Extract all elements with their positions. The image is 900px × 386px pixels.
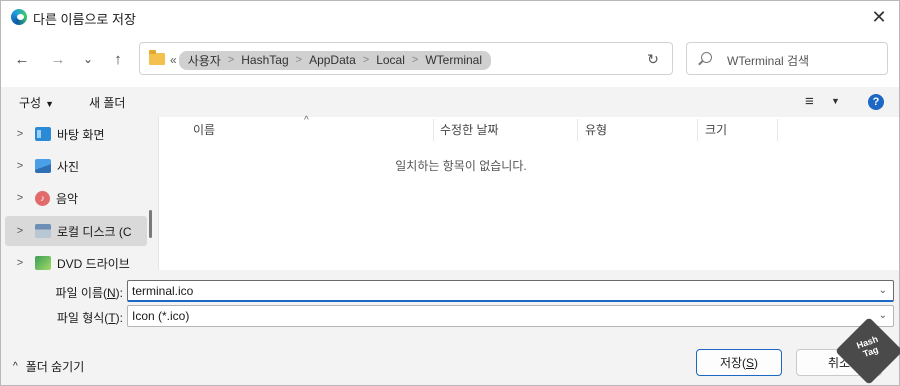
chevron-right-icon[interactable]: > <box>5 192 35 204</box>
caret-down-icon: ▼ <box>45 99 55 109</box>
breadcrumb-item-appdata[interactable]: AppData <box>307 53 358 67</box>
hide-folders-button[interactable]: ^ 폴더 숨기기 <box>13 358 84 375</box>
chevron-down-icon[interactable]: ⌄ <box>879 310 887 321</box>
search-placeholder: WTerminal 검색 <box>727 54 810 68</box>
chevron-right-icon[interactable]: > <box>5 225 35 237</box>
chevron-down-icon[interactable]: ⌄ <box>879 285 887 296</box>
up-button[interactable]: ↑ <box>105 47 131 71</box>
filename-value[interactable]: terminal.ico <box>132 284 193 298</box>
column-divider[interactable] <box>433 119 434 141</box>
column-divider[interactable] <box>777 119 778 141</box>
organize-label: 구성 <box>19 96 42 110</box>
sidebar-item-label: 바탕 화면 <box>57 127 105 142</box>
sidebar-item-label: 로컬 디스크 (C <box>57 224 132 239</box>
column-header-name[interactable]: 이름 <box>193 117 431 142</box>
sidebar-item-label: 음악 <box>56 191 79 206</box>
pictures-icon <box>35 159 51 173</box>
save-button[interactable]: 저장(S) <box>696 349 782 376</box>
navigation-bar: ← → ⌄ ↑ « 사용자 > HashTag > AppData > Loca… <box>1 39 899 79</box>
hide-folders-label: 폴더 숨기기 <box>25 360 85 374</box>
caret-down-icon[interactable]: ▼ <box>831 96 840 106</box>
recent-locations-button[interactable]: ⌄ <box>75 47 101 71</box>
filename-field[interactable]: terminal.ico ⌄ <box>127 280 894 302</box>
save-as-dialog: 다른 이름으로 저장 ✕ ← → ⌄ ↑ « 사용자 > HashTag > A… <box>0 0 900 386</box>
desktop-icon <box>35 127 51 141</box>
column-header-type[interactable]: 유형 <box>585 117 695 142</box>
column-header-date-modified[interactable]: 수정한 날짜 <box>440 117 575 142</box>
chevron-right-icon[interactable]: > <box>223 54 239 66</box>
breadcrumb-item-hashtag[interactable]: HashTag <box>239 53 290 67</box>
breadcrumb-item-local[interactable]: Local <box>374 53 407 67</box>
chevron-right-icon[interactable]: > <box>5 160 35 172</box>
sidebar-item-local-disk[interactable]: > 로컬 디스크 (C <box>5 216 147 246</box>
search-input[interactable]: WTerminal 검색 <box>686 42 888 75</box>
hashtag-watermark-logo: Hash Tag <box>835 317 900 385</box>
empty-state-message: 일치하는 항목이 없습니다. <box>395 159 527 173</box>
save-form: 파일 이름(N): terminal.ico ⌄ 파일 형식(T): Icon … <box>1 270 899 385</box>
sidebar-item-label: DVD 드라이브 <box>57 256 130 271</box>
help-icon[interactable]: ? <box>868 94 884 110</box>
chevron-right-icon[interactable]: > <box>291 54 307 66</box>
column-header-label: 크기 <box>705 123 728 137</box>
sidebar-item-desktop[interactable]: > 바탕 화면 <box>5 119 147 149</box>
sidebar-item-pictures[interactable]: > 사진 <box>5 151 147 181</box>
chevron-right-icon[interactable]: > <box>5 128 35 140</box>
breadcrumb-item-users[interactable]: 사용자 <box>186 52 223 69</box>
column-header-size[interactable]: 크기 <box>705 117 775 142</box>
edge-app-icon <box>11 9 27 25</box>
chevron-right-icon[interactable]: > <box>407 54 423 66</box>
search-icon <box>701 52 712 63</box>
sidebar-item-music[interactable]: > ♪ 음악 <box>5 183 147 213</box>
sidebar-item-dvd-drive[interactable]: > DVD 드라이브 <box>5 248 147 270</box>
column-header-label: 유형 <box>585 123 608 137</box>
column-header-label: 이름 <box>193 123 216 137</box>
dialog-title: 다른 이름으로 저장 <box>33 12 136 27</box>
close-button[interactable]: ✕ <box>863 3 895 31</box>
breadcrumb: « 사용자 > HashTag > AppData > Local > WTer… <box>170 50 491 70</box>
sidebar-item-label: 사진 <box>57 159 80 174</box>
title-bar: 다른 이름으로 저장 ✕ <box>1 1 899 33</box>
navigation-pane-scrollbar[interactable] <box>149 210 152 238</box>
back-button[interactable]: ← <box>9 47 35 71</box>
filename-label: 파일 이름(N): <box>55 286 123 300</box>
new-folder-button[interactable]: 새 폴더 <box>89 94 125 111</box>
music-icon: ♪ <box>35 190 50 206</box>
breadcrumb-overflow[interactable]: « <box>170 53 177 67</box>
refresh-icon[interactable]: ↻ <box>644 50 662 68</box>
dvd-drive-icon <box>35 256 51 270</box>
content-area: > 바탕 화면 > 사진 > ♪ 음악 > 로컬 디스크 (C > DVD 드라… <box>1 115 899 270</box>
sort-ascending-icon: ^ <box>304 115 309 126</box>
chevron-right-icon[interactable]: > <box>358 54 374 66</box>
file-list[interactable]: 이름 ^ 수정한 날짜 유형 크기 일치하는 항목이 없습니다. <box>161 115 899 270</box>
filetype-select[interactable]: Icon (*.ico) ⌄ <box>127 305 894 327</box>
command-bar: 구성 ▼ 새 폴더 ≡ ▼ ? <box>1 87 899 117</box>
column-divider[interactable] <box>697 119 698 141</box>
chevron-right-icon[interactable]: > <box>5 257 35 269</box>
filetype-value: Icon (*.ico) <box>132 309 190 323</box>
column-header-label: 수정한 날짜 <box>440 123 499 137</box>
local-disk-icon <box>35 224 51 238</box>
folder-icon <box>149 50 165 65</box>
view-options-icon[interactable]: ≡ <box>805 93 814 110</box>
address-bar[interactable]: « 사용자 > HashTag > AppData > Local > WTer… <box>139 42 673 75</box>
breadcrumb-path: 사용자 > HashTag > AppData > Local > WTermi… <box>178 50 491 70</box>
filetype-label: 파일 형식(T): <box>56 311 123 325</box>
chevron-up-icon: ^ <box>13 361 18 372</box>
breadcrumb-item-wterminal[interactable]: WTerminal <box>423 53 484 67</box>
navigation-pane[interactable]: > 바탕 화면 > 사진 > ♪ 음악 > 로컬 디스크 (C > DVD 드라… <box>1 117 159 270</box>
column-divider[interactable] <box>577 119 578 141</box>
forward-button[interactable]: → <box>45 47 71 71</box>
organize-button[interactable]: 구성 ▼ <box>19 94 54 111</box>
